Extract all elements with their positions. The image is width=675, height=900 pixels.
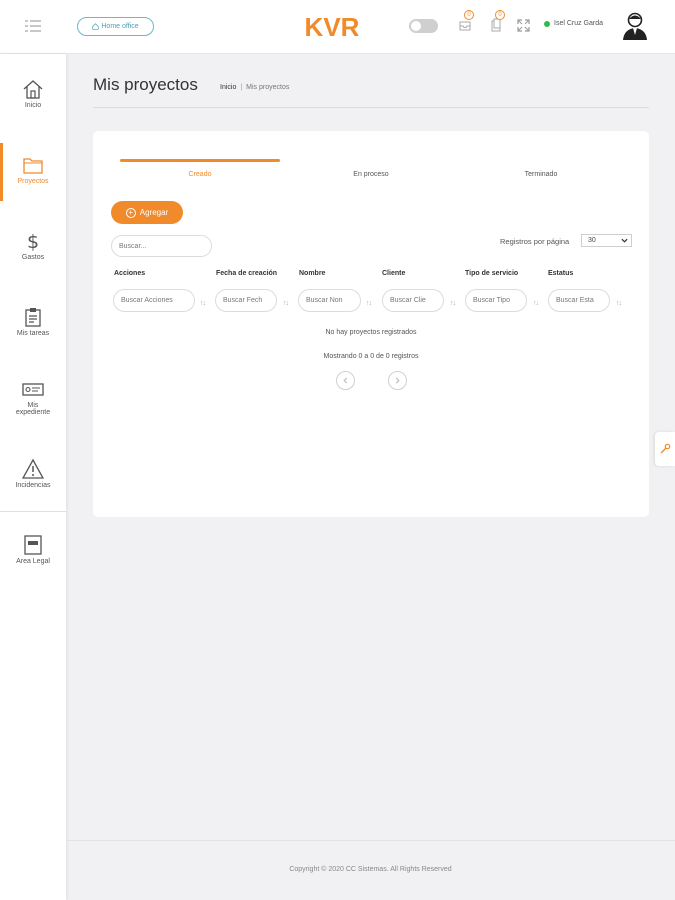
column-header-tipo[interactable]: Tipo de servicio bbox=[465, 270, 518, 277]
sidebar-item-label: Mis tareas bbox=[16, 330, 50, 337]
documents-badge: 0 bbox=[495, 10, 505, 20]
sort-icon[interactable]: ↑↓ bbox=[366, 300, 372, 307]
tab-en-proceso[interactable]: En proceso bbox=[316, 171, 426, 178]
filter-nombre-input[interactable]: Buscar Non bbox=[298, 289, 361, 312]
breadcrumb-home-link[interactable]: Inicio bbox=[220, 84, 236, 91]
chevron-left-icon bbox=[343, 377, 348, 384]
column-header-fecha[interactable]: Fecha de creación bbox=[216, 270, 277, 277]
user-info[interactable]: Isel Cruz Garda bbox=[544, 20, 603, 27]
user-name: Isel Cruz Garda bbox=[554, 20, 604, 27]
sort-icon[interactable]: ↑↓ bbox=[533, 300, 539, 307]
sidebar-item-label: Inicio bbox=[24, 102, 42, 109]
sidebar-item-label: Area Legal bbox=[16, 558, 50, 565]
kvr-logo: KVR bbox=[305, 12, 360, 42]
add-project-label: Agregar bbox=[139, 208, 169, 217]
home-office-button[interactable]: Home office bbox=[77, 17, 154, 36]
menu-icon[interactable] bbox=[25, 19, 41, 33]
filter-acciones-input[interactable]: Buscar Acciones bbox=[113, 289, 195, 312]
sidebar-item-label: Incidencias bbox=[15, 482, 51, 489]
sort-icon[interactable]: ↑↓ bbox=[283, 300, 289, 307]
column-header-nombre[interactable]: Nombre bbox=[299, 270, 325, 277]
page-title: Mis proyectos bbox=[93, 75, 198, 94]
breadcrumb-separator: | bbox=[240, 84, 243, 91]
tab-terminado[interactable]: Terminado bbox=[486, 171, 596, 178]
add-project-button[interactable]: + Agregar bbox=[111, 201, 183, 224]
messages-notification[interactable]: 0 bbox=[459, 10, 474, 32]
column-header-estatus[interactable]: Estatus bbox=[548, 270, 573, 277]
house-icon bbox=[92, 23, 100, 30]
top-bar: Home office KVR 0 0 Isel Cruz Garda bbox=[0, 0, 675, 54]
sidebar-divider bbox=[0, 511, 66, 512]
empty-table-message: No hay proyectos registrados bbox=[325, 329, 417, 336]
sort-icon[interactable]: ↑↓ bbox=[450, 300, 456, 307]
filter-tipo-input[interactable]: Buscar Tipo bbox=[465, 289, 527, 312]
filter-cliente-input[interactable]: Buscar Clie bbox=[382, 289, 444, 312]
plus-circle-icon: + bbox=[125, 207, 136, 218]
documents-notification[interactable]: 0 bbox=[490, 10, 505, 32]
per-page-select[interactable]: 30 bbox=[581, 234, 632, 247]
sidebar-item-gastos[interactable]: $ Gastos bbox=[0, 230, 66, 261]
avatar[interactable] bbox=[621, 11, 649, 41]
next-page-button[interactable] bbox=[388, 371, 407, 390]
sidebar-item-area-legal[interactable]: Area Legal bbox=[0, 534, 66, 565]
id-card-icon bbox=[22, 383, 44, 396]
tab-creado[interactable]: Creado bbox=[145, 171, 255, 178]
sidebar-item-label: Gastos bbox=[21, 254, 45, 261]
online-status-dot bbox=[544, 20, 550, 27]
warning-icon bbox=[22, 458, 44, 479]
chevron-right-icon bbox=[395, 377, 400, 384]
filter-estatus-input[interactable]: Buscar Esta bbox=[548, 289, 610, 312]
sidebar-item-incidencias[interactable]: Incidencias bbox=[0, 458, 66, 489]
header-divider bbox=[93, 107, 649, 108]
sidebar-item-proyectos[interactable]: Proyectos bbox=[0, 154, 66, 185]
per-page-value: 30 bbox=[588, 237, 596, 244]
sidebar-item-mis-tareas[interactable]: Mis tareas bbox=[0, 306, 66, 337]
sidebar-item-inicio[interactable]: Inicio bbox=[0, 78, 66, 109]
active-tab-underline bbox=[120, 159, 280, 162]
home-office-label: Home office bbox=[101, 23, 139, 30]
messages-badge: 0 bbox=[464, 10, 474, 20]
sidebar-item-mis-expediente[interactable]: Mis expediente bbox=[0, 378, 66, 416]
search-input[interactable] bbox=[111, 235, 212, 257]
wrench-icon bbox=[660, 443, 671, 454]
settings-side-tab[interactable] bbox=[655, 432, 675, 466]
breadcrumb-current: Mis proyectos bbox=[246, 84, 290, 91]
svg-text:$: $ bbox=[27, 231, 39, 252]
fullscreen-icon[interactable] bbox=[517, 19, 530, 32]
inbox-icon bbox=[459, 21, 471, 31]
sidebar: Inicio Proyectos $ Gastos Mis tareas Mis… bbox=[0, 54, 66, 900]
home-icon bbox=[23, 80, 43, 99]
svg-text:KVR: KVR bbox=[305, 12, 360, 42]
pagination-info: Mostrando 0 a 0 de 0 registros bbox=[323, 353, 419, 360]
footer-copyright: Copyright © 2020 CC Sistemas. All Rights… bbox=[289, 866, 452, 873]
sidebar-item-label: Mis expediente bbox=[15, 402, 51, 416]
sort-icon[interactable]: ↑↓ bbox=[616, 300, 622, 307]
projects-card: Creado En proceso Terminado + Agregar Re… bbox=[93, 131, 649, 517]
folder-icon bbox=[23, 158, 43, 174]
per-page-label: Registros por página bbox=[500, 237, 570, 246]
sidebar-item-label: Proyectos bbox=[17, 178, 49, 185]
chevron-down-icon bbox=[621, 238, 628, 243]
footer-divider bbox=[66, 840, 675, 841]
breadcrumb: Inicio | Mis proyectos bbox=[220, 84, 289, 91]
theme-toggle[interactable] bbox=[409, 19, 438, 33]
legal-document-icon bbox=[24, 535, 42, 555]
column-header-acciones[interactable]: Acciones bbox=[114, 270, 145, 277]
dollar-icon: $ bbox=[27, 231, 39, 252]
filter-fecha-input[interactable]: Buscar Fech bbox=[215, 289, 277, 312]
previous-page-button[interactable] bbox=[336, 371, 355, 390]
document-icon bbox=[491, 18, 501, 32]
sort-icon[interactable]: ↑↓ bbox=[200, 300, 206, 307]
column-header-cliente[interactable]: Cliente bbox=[382, 270, 405, 277]
clipboard-icon bbox=[25, 308, 41, 327]
